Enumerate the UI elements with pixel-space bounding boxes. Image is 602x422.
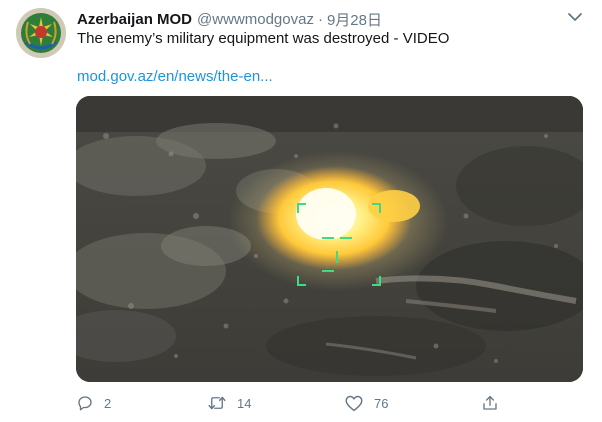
- retweet-arrows-icon: [208, 396, 226, 410]
- tweet-timestamp[interactable]: 9月28日: [327, 9, 382, 30]
- tweet-link[interactable]: mod.gov.az/en/news/the-en...: [77, 67, 273, 87]
- chevron-down-icon: [568, 13, 582, 21]
- video-frame: [76, 96, 583, 382]
- tweet-actions: 2 14 76: [76, 391, 506, 415]
- share-button[interactable]: [481, 391, 499, 415]
- display-name[interactable]: Azerbaijan MOD: [77, 11, 192, 28]
- speech-bubble-icon: [78, 396, 92, 411]
- tweet-card: Azerbaijan MOD @wwwmodgovaz · 9月28日 The …: [0, 0, 602, 422]
- like-count: 76: [374, 395, 389, 411]
- tweet-text: The enemy’s military equipment was destr…: [77, 30, 450, 47]
- reply-button[interactable]: 2: [76, 391, 111, 415]
- emblem-icon: [16, 8, 66, 58]
- like-button[interactable]: 76: [344, 391, 388, 415]
- heart-icon: [345, 395, 363, 412]
- reply-count: 2: [104, 395, 112, 411]
- retweet-count: 14: [237, 395, 252, 411]
- tweet-header: Azerbaijan MOD @wwwmodgovaz · 9月28日: [77, 8, 382, 30]
- more-options-button[interactable]: [566, 10, 584, 24]
- avatar[interactable]: [16, 8, 66, 58]
- video-media[interactable]: [76, 96, 583, 382]
- separator-dot: ·: [317, 10, 323, 28]
- retweet-button[interactable]: 14: [207, 391, 251, 415]
- share-upload-icon: [483, 395, 497, 410]
- user-handle[interactable]: @wwwmodgovaz: [197, 11, 314, 28]
